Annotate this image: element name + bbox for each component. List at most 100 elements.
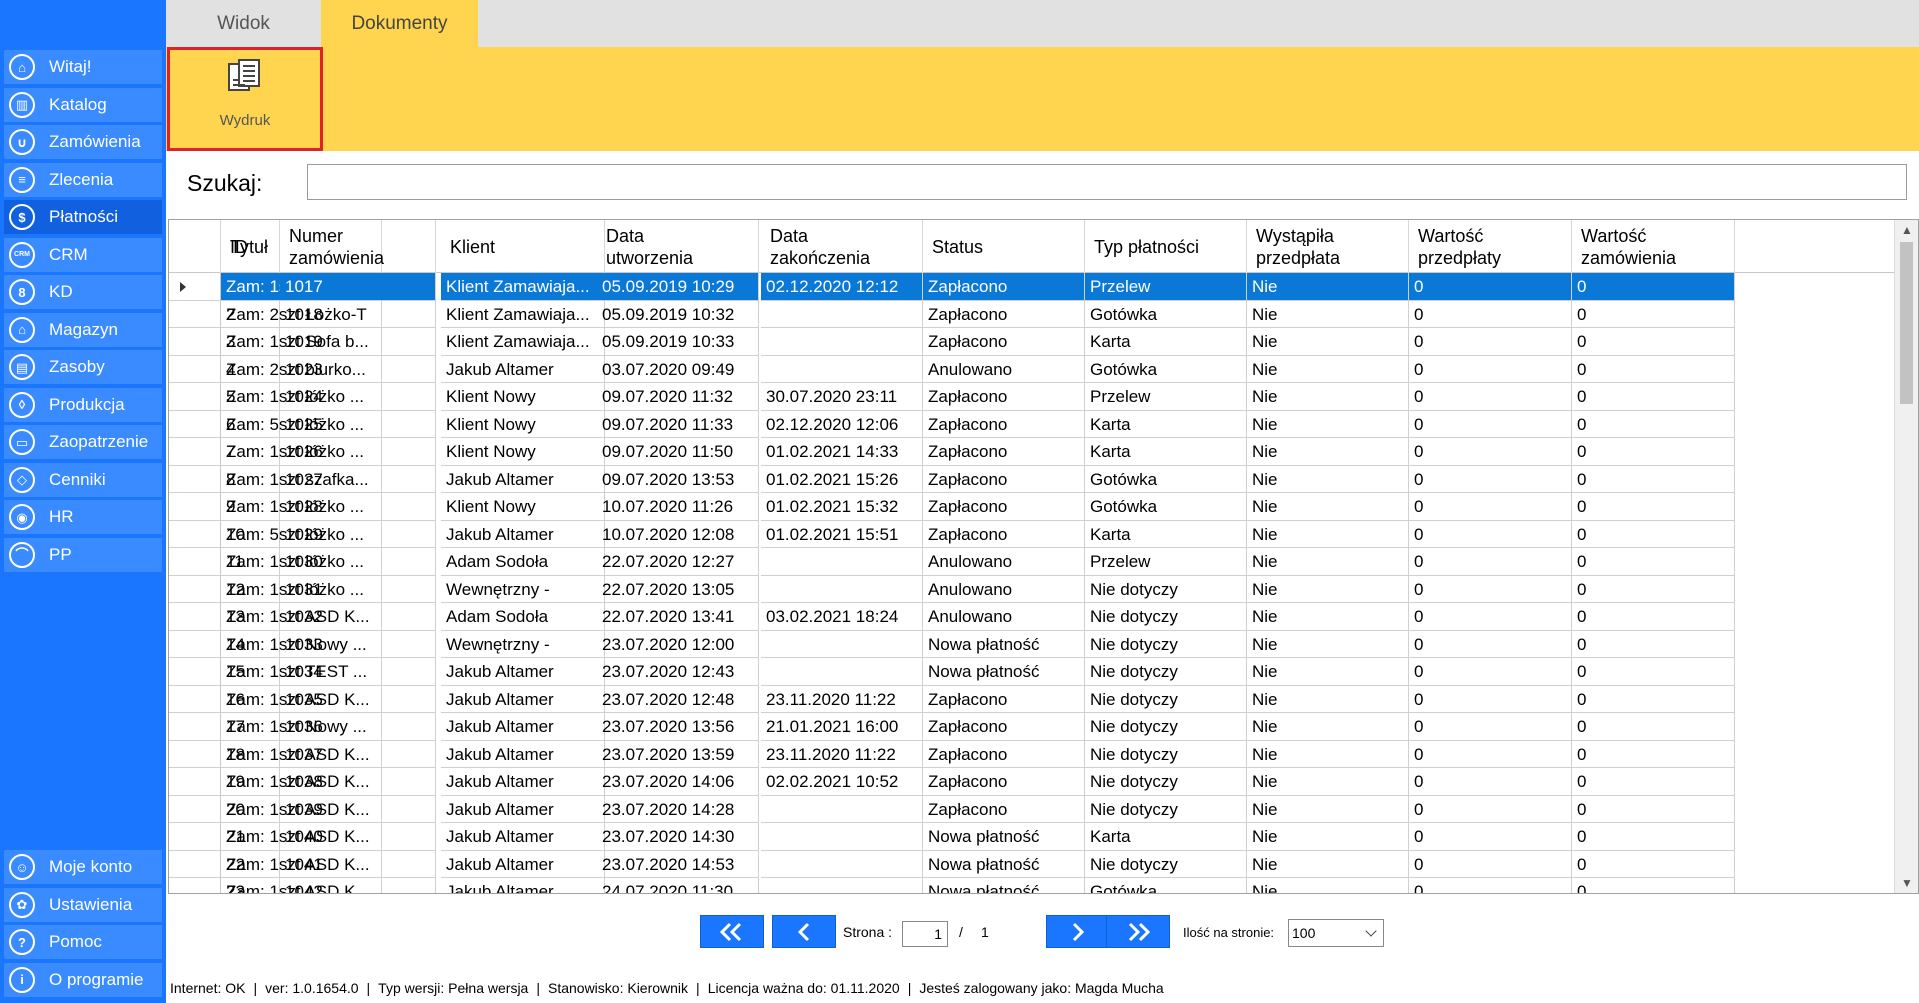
table-cell[interactable]: 0 xyxy=(1409,658,1572,686)
per-page-select[interactable]: 100 xyxy=(1288,919,1384,947)
table-cell[interactable]: 05.09.2019 10:32 xyxy=(597,300,759,328)
table-cell[interactable]: 23.11.2020 11:22 xyxy=(761,685,923,713)
table-cell[interactable]: 1018 xyxy=(280,300,436,328)
table-cell[interactable]: 01.02.2021 15:32 xyxy=(761,493,923,521)
table-cell[interactable]: Zapłacono xyxy=(923,438,1085,466)
table-cell[interactable]: Zapłacono xyxy=(923,740,1085,768)
table-cell[interactable]: Nie xyxy=(1247,410,1409,438)
table-cell[interactable]: Karta xyxy=(1085,410,1247,438)
table-cell[interactable]: 01.02.2021 15:26 xyxy=(761,465,923,493)
table-cell[interactable]: Klient Nowy xyxy=(441,383,605,411)
table-cell[interactable]: Zapłacono xyxy=(923,795,1085,823)
table-cell[interactable]: 22.07.2020 12:27 xyxy=(597,548,759,576)
table-cell[interactable]: 1034 xyxy=(280,658,436,686)
table-cell[interactable]: Klient Nowy xyxy=(441,493,605,521)
table-cell[interactable]: 0 xyxy=(1409,768,1572,796)
table-row[interactable]: 2 Zam: 2szt Łożko-T 1018 Klient Zamawiaja..… xyxy=(169,300,1894,328)
table-cell[interactable]: 0 xyxy=(1572,355,1735,383)
table-cell[interactable]: 1040 xyxy=(280,823,436,851)
sidebar-item-cenniki[interactable]: ◇ Cenniki xyxy=(4,462,162,497)
table-cell[interactable]: Gotówka xyxy=(1085,465,1247,493)
table-cell[interactable] xyxy=(761,630,923,658)
tab-widok[interactable]: Widok xyxy=(166,0,321,47)
table-cell[interactable]: 1029 xyxy=(280,520,436,548)
table-cell[interactable] xyxy=(761,575,923,603)
table-cell[interactable]: Nie dotyczy xyxy=(1085,740,1247,768)
table-cell[interactable]: 09.07.2020 11:32 xyxy=(597,383,759,411)
table-cell[interactable]: 0 xyxy=(1572,768,1735,796)
table-row[interactable]: 8 Zam: 1szt szafka... 1027 Jakub Altamer 09.… xyxy=(169,465,1894,493)
table-cell[interactable]: Zapłacono xyxy=(923,465,1085,493)
table-cell[interactable]: 01.02.2021 14:33 xyxy=(761,438,923,466)
table-cell[interactable]: Nie dotyczy xyxy=(1085,850,1247,878)
table-cell[interactable]: Zapłacono xyxy=(923,300,1085,328)
table-cell[interactable]: Jakub Altamer xyxy=(441,685,605,713)
table-cell[interactable]: 1036 xyxy=(280,713,436,741)
table-row[interactable]: 11 Zam: 1szt łóżko ... 1030 Adam Sodoła 22.0… xyxy=(169,548,1894,576)
sidebar-item-witaj-[interactable]: ⌂ Witaj! xyxy=(4,50,162,84)
table-row[interactable]: 10 Zam: 5szt łóżko ... 1029 Jakub Altamer 10… xyxy=(169,520,1894,548)
table-cell[interactable]: Nie xyxy=(1247,603,1409,631)
table-cell[interactable]: 0 xyxy=(1572,823,1735,851)
table-cell[interactable]: 0 xyxy=(1409,438,1572,466)
table-cell[interactable]: 21.01.2021 16:00 xyxy=(761,713,923,741)
row-header[interactable] xyxy=(169,658,221,686)
table-cell[interactable]: Nie dotyczy xyxy=(1085,630,1247,658)
vertical-scrollbar[interactable]: ▲ ▼ xyxy=(1894,220,1918,893)
sidebar-item-magazyn[interactable]: ⌂ Magazyn xyxy=(4,312,162,347)
table-cell[interactable]: 23.07.2020 13:56 xyxy=(597,713,759,741)
table-cell[interactable]: 1041 xyxy=(280,850,436,878)
row-header[interactable] xyxy=(169,438,221,466)
table-row[interactable]: 15 Zam: 1szt TEST ... 1034 Jakub Altamer 23.… xyxy=(169,658,1894,686)
table-cell[interactable]: Nie dotyczy xyxy=(1085,603,1247,631)
table-cell[interactable]: Nie dotyczy xyxy=(1085,713,1247,741)
table-cell[interactable]: 0 xyxy=(1572,713,1735,741)
table-cell[interactable]: Nie xyxy=(1247,383,1409,411)
table-cell[interactable]: 0 xyxy=(1409,493,1572,521)
table-cell[interactable]: Nie xyxy=(1247,795,1409,823)
table-cell[interactable]: Jakub Altamer xyxy=(441,878,605,893)
table-row[interactable]: 22 Zam: 1szt ASD K... 1041 Jakub Altamer 23.… xyxy=(169,850,1894,878)
table-cell[interactable]: 22.07.2020 13:41 xyxy=(597,603,759,631)
table-cell[interactable]: 1031 xyxy=(280,575,436,603)
sidebar-item-moje-konto[interactable]: ☺ Moje konto xyxy=(4,850,162,884)
row-header[interactable] xyxy=(169,300,221,328)
table-cell[interactable]: Karta xyxy=(1085,328,1247,356)
table-cell[interactable]: Nie xyxy=(1247,328,1409,356)
table-cell[interactable]: 22.07.2020 13:05 xyxy=(597,575,759,603)
table-cell[interactable]: Wewnętrzny - xyxy=(441,630,605,658)
column-header[interactable]: Data utworzenia xyxy=(597,220,759,273)
table-cell[interactable]: 0 xyxy=(1409,328,1572,356)
sidebar-item-katalog[interactable]: ▥ Katalog xyxy=(4,87,162,122)
print-button[interactable]: Wydruk xyxy=(167,47,323,151)
table-cell[interactable]: Zapłacono xyxy=(923,383,1085,411)
table-cell[interactable]: 02.12.2020 12:12 xyxy=(761,273,923,301)
page-number-input[interactable] xyxy=(902,921,948,947)
table-cell[interactable]: 0 xyxy=(1572,273,1735,301)
table-cell[interactable]: 1028 xyxy=(280,493,436,521)
table-cell[interactable]: Jakub Altamer xyxy=(441,768,605,796)
sidebar-item-hr[interactable]: ◉ HR xyxy=(4,500,162,534)
table-cell[interactable]: 0 xyxy=(1409,795,1572,823)
table-cell[interactable]: 0 xyxy=(1572,740,1735,768)
table-row[interactable]: 4 Zam: 2szt biurko... 1023 Jakub Altamer 03.… xyxy=(169,355,1894,383)
table-cell[interactable] xyxy=(761,850,923,878)
row-header[interactable] xyxy=(169,768,221,796)
table-cell[interactable]: Zapłacono xyxy=(923,685,1085,713)
table-row[interactable]: 21 Zam: 1szt ASD K... 1040 Jakub Altamer 23.… xyxy=(169,823,1894,851)
table-cell[interactable]: Nie dotyczy xyxy=(1085,658,1247,686)
table-cell[interactable]: Karta xyxy=(1085,438,1247,466)
sidebar-item-pomoc[interactable]: ? Pomoc xyxy=(4,925,162,959)
table-cell[interactable]: Jakub Altamer xyxy=(441,520,605,548)
table-cell[interactable]: Gotówka xyxy=(1085,355,1247,383)
table-cell[interactable]: Jakub Altamer xyxy=(441,465,605,493)
table-cell[interactable]: 1019 xyxy=(280,328,436,356)
table-cell[interactable] xyxy=(761,795,923,823)
table-cell[interactable]: Zapłacono xyxy=(923,520,1085,548)
table-cell[interactable]: 0 xyxy=(1572,520,1735,548)
table-row[interactable]: 3 Zam: 1szt Sofa b... 1019 Klient Zamawiaja… xyxy=(169,328,1894,356)
table-cell[interactable]: Nie dotyczy xyxy=(1085,575,1247,603)
sidebar-item-zamówienia[interactable]: ∪ Zamówienia xyxy=(4,125,162,159)
table-cell[interactable]: 1026 xyxy=(280,438,436,466)
row-header[interactable] xyxy=(169,520,221,548)
